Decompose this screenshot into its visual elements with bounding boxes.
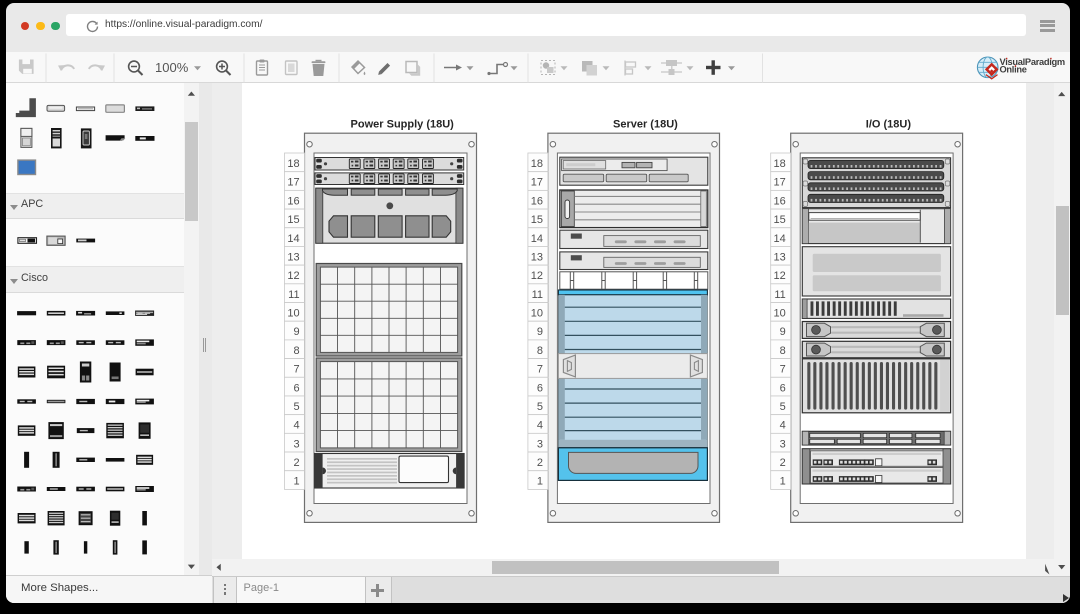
svg-text:8: 8	[780, 345, 786, 357]
svg-text:14: 14	[774, 233, 786, 245]
svg-text:13: 13	[774, 251, 786, 263]
svg-text:6: 6	[537, 382, 543, 394]
svg-text:7: 7	[780, 364, 786, 376]
svg-text:12: 12	[287, 270, 299, 282]
svg-text:10: 10	[774, 308, 786, 320]
svg-text:Server (18U): Server (18U)	[613, 118, 678, 130]
svg-text:2: 2	[537, 457, 543, 469]
svg-text:I/O (18U): I/O (18U)	[866, 118, 912, 130]
svg-text:6: 6	[780, 382, 786, 394]
svg-text:4: 4	[537, 420, 543, 432]
svg-text:10: 10	[531, 308, 543, 320]
svg-text:7: 7	[293, 364, 299, 376]
svg-text:2: 2	[780, 457, 786, 469]
svg-text:7: 7	[537, 364, 543, 376]
svg-text:2: 2	[293, 457, 299, 469]
svg-text:1: 1	[293, 476, 299, 488]
svg-text:4: 4	[780, 420, 786, 432]
svg-text:5: 5	[293, 401, 299, 413]
svg-text:5: 5	[537, 401, 543, 413]
svg-text:Online: Online	[1000, 64, 1027, 74]
svg-text:9: 9	[780, 326, 786, 338]
svg-text:100%: 100%	[155, 60, 189, 75]
svg-text:9: 9	[537, 326, 543, 338]
svg-text:4: 4	[293, 420, 299, 432]
svg-text:11: 11	[532, 289, 543, 301]
svg-text:1: 1	[780, 476, 786, 488]
svg-text:5: 5	[780, 401, 786, 413]
svg-text:12: 12	[531, 270, 543, 282]
svg-text:15: 15	[531, 214, 543, 226]
svg-text:17: 17	[531, 177, 543, 189]
svg-text:11: 11	[288, 289, 299, 301]
svg-text:17: 17	[287, 177, 299, 189]
svg-text:13: 13	[531, 251, 543, 263]
svg-text:1: 1	[537, 476, 543, 488]
svg-text:14: 14	[531, 233, 543, 245]
svg-text:3: 3	[293, 438, 299, 450]
svg-text:13: 13	[287, 251, 299, 263]
svg-text:18: 18	[531, 158, 543, 170]
svg-text:Power Supply (18U): Power Supply (18U)	[351, 118, 455, 130]
svg-text:12: 12	[774, 270, 786, 282]
svg-text:16: 16	[531, 195, 543, 207]
svg-text:16: 16	[774, 195, 786, 207]
svg-text:8: 8	[537, 345, 543, 357]
svg-text:8: 8	[293, 345, 299, 357]
svg-text:14: 14	[287, 233, 299, 245]
svg-text:16: 16	[287, 195, 299, 207]
svg-text:10: 10	[287, 308, 299, 320]
svg-text:11: 11	[774, 289, 785, 301]
svg-text:9: 9	[293, 326, 299, 338]
svg-text:15: 15	[287, 214, 299, 226]
svg-text:15: 15	[774, 214, 786, 226]
svg-text:6: 6	[293, 382, 299, 394]
svg-text:18: 18	[774, 158, 786, 170]
svg-text:17: 17	[774, 177, 786, 189]
svg-text:3: 3	[780, 438, 786, 450]
svg-text:3: 3	[537, 438, 543, 450]
svg-text:18: 18	[287, 158, 299, 170]
